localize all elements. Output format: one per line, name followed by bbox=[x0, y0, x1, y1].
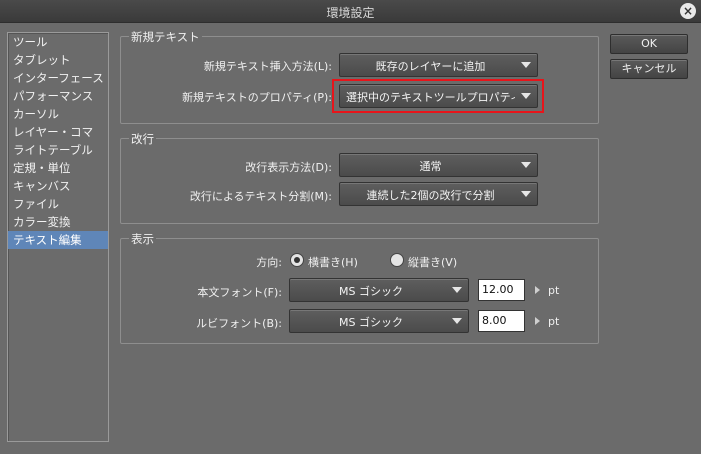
vertical-label[interactable]: 縦書き(V) bbox=[408, 254, 457, 270]
category-list[interactable]: ツール タブレット インターフェース パフォーマンス カーソル レイヤー・コマ … bbox=[7, 32, 109, 442]
sidebar-item-canvas[interactable]: キャンバス bbox=[8, 177, 108, 195]
spin-arrow-icon[interactable] bbox=[535, 317, 540, 325]
direction-label: 方向: bbox=[256, 256, 282, 269]
spin-arrow-icon[interactable] bbox=[535, 286, 540, 294]
group-title-line-break: 改行 bbox=[129, 131, 156, 147]
ok-button[interactable]: OK bbox=[610, 34, 688, 54]
line-break-group: 改行 bbox=[120, 131, 599, 224]
sidebar-item-interface[interactable]: インターフェース bbox=[8, 69, 108, 87]
break-display-label: 改行表示方法(D): bbox=[245, 161, 332, 174]
highlight-box bbox=[332, 79, 544, 113]
ruby-font-size-input[interactable]: 8.00 bbox=[478, 310, 525, 332]
break-split-label: 改行によるテキスト分割(M): bbox=[189, 190, 332, 203]
sidebar-item-color-conversion[interactable]: カラー変換 bbox=[8, 213, 108, 231]
cancel-button[interactable]: キャンセル bbox=[610, 59, 688, 79]
text-property-label: 新規テキストのプロパティ(P): bbox=[182, 91, 332, 104]
horizontal-label[interactable]: 横書き(H) bbox=[308, 254, 358, 270]
vertical-radio[interactable] bbox=[390, 253, 404, 267]
window-title: 環境設定 bbox=[326, 6, 375, 20]
break-display-dropdown[interactable]: 通常 bbox=[339, 153, 538, 177]
chevron-down-icon bbox=[521, 162, 531, 168]
ruby-font-label: ルビフォント(B): bbox=[196, 317, 282, 330]
group-title-display: 表示 bbox=[129, 231, 156, 247]
chevron-down-icon bbox=[452, 318, 462, 324]
body-font-value: MS ゴシック bbox=[339, 285, 403, 298]
sidebar-item-layer-frame[interactable]: レイヤー・コマ bbox=[8, 123, 108, 141]
ruby-font-value: MS ゴシック bbox=[339, 316, 403, 329]
sidebar-item-tool[interactable]: ツール bbox=[8, 33, 108, 51]
chevron-down-icon bbox=[521, 62, 531, 68]
insert-method-label: 新規テキスト挿入方法(L): bbox=[203, 60, 332, 73]
sidebar-item-tablet[interactable]: タブレット bbox=[8, 51, 108, 69]
sidebar-item-ruler-unit[interactable]: 定規・単位 bbox=[8, 159, 108, 177]
body-font-label: 本文フォント(F): bbox=[197, 286, 282, 299]
insert-method-value: 既存のレイヤーに追加 bbox=[375, 60, 486, 73]
close-icon[interactable]: × bbox=[680, 3, 696, 19]
group-title-new-text: 新規テキスト bbox=[129, 29, 202, 45]
chevron-down-icon bbox=[452, 287, 462, 293]
break-split-value: 連続した2個の改行で分割 bbox=[366, 189, 495, 202]
sidebar-item-light-table[interactable]: ライトテーブル bbox=[8, 141, 108, 159]
break-display-value: 通常 bbox=[419, 160, 442, 173]
ruby-font-dropdown[interactable]: MS ゴシック bbox=[289, 309, 469, 333]
body-font-size-input[interactable]: 12.00 bbox=[478, 279, 525, 301]
sidebar-item-file[interactable]: ファイル bbox=[8, 195, 108, 213]
sidebar-item-performance[interactable]: パフォーマンス bbox=[8, 87, 108, 105]
title-bar: 環境設定 × bbox=[0, 0, 701, 23]
ruby-font-unit: pt bbox=[548, 315, 560, 328]
radio-selected-dot bbox=[294, 257, 300, 263]
body-font-unit: pt bbox=[548, 284, 560, 297]
body-font-dropdown[interactable]: MS ゴシック bbox=[289, 278, 469, 302]
sidebar-item-text-editing[interactable]: テキスト編集 bbox=[8, 231, 108, 249]
horizontal-radio[interactable] bbox=[290, 253, 304, 267]
sidebar-item-cursor[interactable]: カーソル bbox=[8, 105, 108, 123]
chevron-down-icon bbox=[521, 191, 531, 197]
insert-method-dropdown[interactable]: 既存のレイヤーに追加 bbox=[339, 53, 538, 77]
break-split-dropdown[interactable]: 連続した2個の改行で分割 bbox=[339, 182, 538, 206]
